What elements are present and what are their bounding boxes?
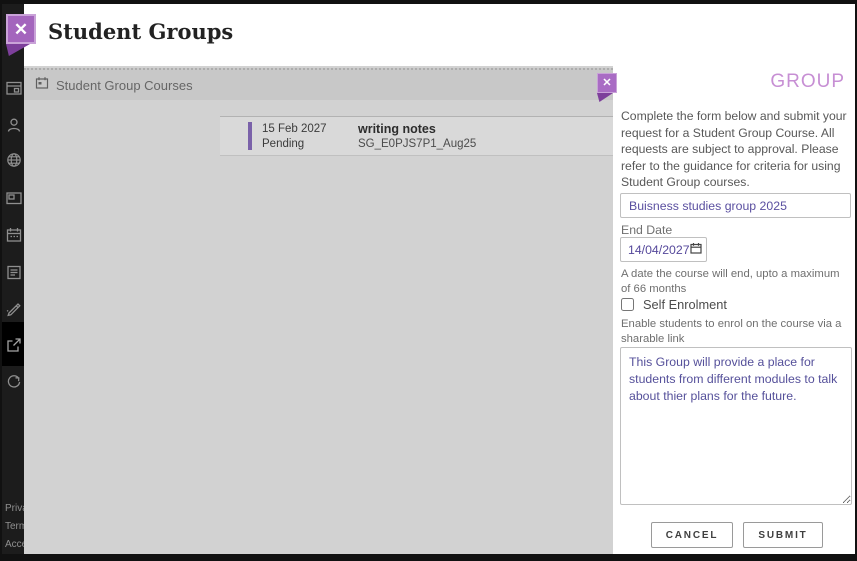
panel-intro-text: Complete the form below and submit your … [621, 108, 854, 191]
calendar-icon[interactable] [5, 226, 23, 244]
bar-title: Student Group Courses [56, 78, 193, 93]
window-icon[interactable] [5, 189, 23, 207]
close-panel-button[interactable]: ✕ [597, 73, 617, 102]
end-date-value: 14/04/2027 [628, 243, 690, 257]
globe-icon[interactable] [5, 151, 23, 169]
profile-icon[interactable] [5, 116, 23, 134]
self-enrolment-help: Enable students to enrol on the course v… [621, 317, 851, 347]
document-icon[interactable] [5, 263, 23, 281]
row-status: Pending [262, 137, 327, 152]
accessibility-link[interactable]: Accessibility [5, 539, 24, 550]
row-code: SG_E0PJS7P1_Aug25 [358, 137, 476, 152]
self-enrolment-checkbox[interactable] [621, 298, 634, 311]
terms-link[interactable]: Terms [5, 521, 24, 532]
ribbon-fold [6, 44, 30, 56]
group-request-panel: GROUP Complete the form below and submit… [613, 66, 855, 554]
close-icon-small: ✕ [602, 78, 611, 89]
share-icon[interactable] [5, 336, 23, 354]
panel-heading: GROUP [770, 71, 845, 93]
course-request-row[interactable]: 15 Feb 2027 Pending writing notes SG_E0P… [220, 116, 613, 156]
return-icon[interactable] [5, 373, 23, 391]
privacy-link[interactable]: Privacy [5, 503, 24, 514]
app-window: Privacy Terms Accessibility Student Grou… [0, 0, 857, 561]
close-page-button[interactable]: ✕ [6, 14, 36, 56]
marker-icon[interactable] [5, 299, 23, 317]
group-description-textarea[interactable]: This Group will provide a place for stud… [620, 347, 852, 505]
date-picker-calendar-icon[interactable] [690, 242, 702, 257]
end-date-input[interactable]: 14/04/2027 [620, 237, 707, 262]
content-area: Student Group Courses 15 Feb 2027 Pendin… [24, 66, 613, 554]
courses-calendar-icon [35, 76, 49, 95]
close-icon: ✕ [14, 21, 28, 38]
group-name-input[interactable] [620, 193, 851, 218]
page-header: Student Groups [24, 4, 855, 66]
end-date-help: A date the course will end, upto a maxim… [621, 267, 847, 297]
student-group-courses-bar: Student Group Courses [24, 68, 613, 100]
cancel-button[interactable]: CANCEL [651, 522, 733, 548]
badge-fold [597, 93, 613, 102]
submit-button[interactable]: SUBMIT [743, 522, 823, 548]
panels-icon[interactable] [5, 79, 23, 97]
row-date: 15 Feb 2027 [262, 122, 327, 137]
end-date-label: End Date [621, 223, 672, 237]
row-status-accent [248, 122, 252, 150]
base-nav-sidebar: Privacy Terms Accessibility [2, 4, 24, 554]
self-enrolment-label[interactable]: Self Enrolment [643, 297, 727, 312]
row-title: writing notes [358, 122, 476, 137]
page-title: Student Groups [48, 19, 233, 44]
